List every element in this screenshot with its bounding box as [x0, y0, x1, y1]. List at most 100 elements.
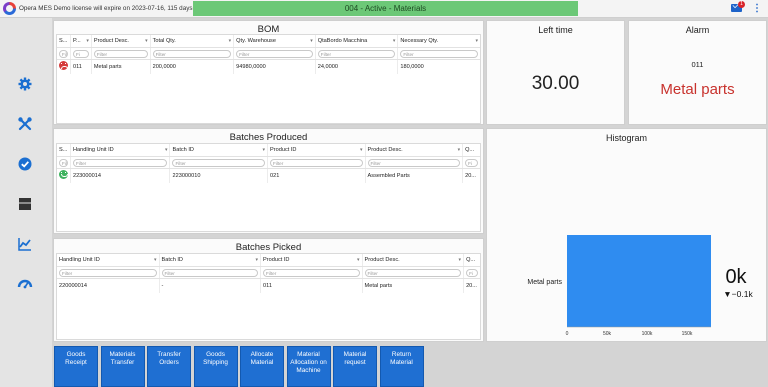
- filter-input[interactable]: Filter: [400, 50, 478, 58]
- column-header[interactable]: Total Qty. ▾: [151, 35, 235, 47]
- grid-header: S... Handling Unit ID ▾ Batch ID ▾ Product…: [57, 144, 480, 157]
- grid-filter-row: Filt Fi Filter Filter Filter Filter Filt…: [57, 48, 480, 60]
- category-label: Metal parts: [527, 279, 562, 286]
- action-button-transfer-orders[interactable]: Transfer Orders: [147, 346, 191, 387]
- column-header[interactable]: Necessary Qty. ▾: [398, 35, 480, 47]
- kebab-menu-icon[interactable]: ⋮: [752, 3, 762, 15]
- table-cell: -: [160, 279, 262, 293]
- column-header[interactable]: Product Desc. ▾: [363, 254, 465, 266]
- filter-input[interactable]: Filt: [59, 50, 68, 58]
- batches-picked-title: Batches Picked: [235, 242, 302, 253]
- package-icon[interactable]: [17, 196, 33, 212]
- histogram-bar[interactable]: [567, 235, 711, 327]
- table-row[interactable]: 223000014 223000010 021 Assembled Parts …: [57, 169, 480, 183]
- x-tick-label: 100k: [642, 331, 653, 337]
- table-row[interactable]: 011 Metal parts 200,0000 94980,0000 24,0…: [57, 60, 480, 74]
- column-header[interactable]: P... ▾: [71, 35, 92, 47]
- table-cell: 94980,0000: [234, 60, 316, 74]
- table-cell: 021: [268, 169, 366, 183]
- action-button-materials-transfer[interactable]: Materials Transfer: [100, 346, 145, 387]
- table-row[interactable]: 220000014 - 011 Metal parts 20...: [57, 279, 480, 293]
- table-cell: 220000014: [57, 279, 160, 293]
- grid-filter-row: Filt Filter Filter Filter Filter Fi: [57, 157, 480, 169]
- histogram-panel: Histogram Metal parts 0 50k 100k 150k 0k ▼−0…: [486, 128, 767, 342]
- column-header[interactable]: Qty. Warehouse ▾: [234, 35, 316, 47]
- alarm-title: Alarm: [685, 25, 710, 35]
- license-notice: Opera MES Demo license will expire on 20…: [19, 5, 203, 12]
- x-tick-label: 0: [566, 331, 569, 337]
- action-button-goods-receipt[interactable]: Goods Receipt: [54, 346, 98, 387]
- filter-input[interactable]: Filter: [93, 50, 148, 58]
- action-button-allocate-material[interactable]: Allocate Material: [240, 346, 284, 387]
- batches-picked-grid: Handling Unit ID ▾ Batch ID ▾ Product ID ▾ …: [56, 253, 481, 340]
- machine-status-bar: 004 - Active - Materials: [193, 1, 578, 16]
- trend-chart-icon[interactable]: [17, 236, 33, 252]
- filter-input[interactable]: Fi: [465, 159, 478, 167]
- filter-input[interactable]: Filter: [364, 269, 462, 277]
- grid-header: Handling Unit ID ▾ Batch ID ▾ Product ID ▾ …: [57, 254, 480, 267]
- action-button-material-request[interactable]: Material request: [333, 346, 377, 387]
- action-button-return-material[interactable]: Return Material: [379, 346, 424, 387]
- filter-input[interactable]: Filter: [152, 50, 232, 58]
- column-header[interactable]: Q...: [464, 254, 480, 266]
- bom-panel: BOM S... P... ▾ Product Desc. ▾ Total Qty.…: [53, 20, 484, 125]
- tools-icon[interactable]: [17, 116, 33, 132]
- filter-input[interactable]: Fi: [466, 269, 478, 277]
- column-header[interactable]: S...: [57, 35, 71, 47]
- column-header[interactable]: Handling Unit ID ▾: [71, 144, 171, 156]
- action-bar: Goods Receipt Materials Transfer Transfer …: [52, 343, 768, 387]
- column-header[interactable]: Q...: [463, 144, 480, 156]
- column-header[interactable]: Product Desc. ▾: [366, 144, 464, 156]
- column-header[interactable]: QtaBordo Macchina ▾: [316, 35, 399, 47]
- table-cell: 20...: [466, 283, 477, 289]
- filter-input[interactable]: Fi: [72, 50, 89, 58]
- filter-input[interactable]: Filt: [59, 159, 68, 167]
- dashboard-gauge-icon[interactable]: [17, 276, 33, 292]
- column-header[interactable]: Product ID ▾: [268, 144, 366, 156]
- filter-input[interactable]: Filter: [72, 159, 168, 167]
- table-cell: 180,0000: [400, 64, 424, 70]
- batches-produced-grid: S... Handling Unit ID ▾ Batch ID ▾ Product…: [56, 143, 481, 232]
- filter-input[interactable]: Filter: [317, 50, 396, 58]
- table-cell: Metal parts: [363, 279, 465, 293]
- filter-input[interactable]: Filter: [59, 269, 157, 277]
- notification-badge: 1: [738, 1, 745, 8]
- x-tick-label: 150k: [682, 331, 693, 337]
- top-bar: Opera MES Demo license will expire on 20…: [0, 0, 768, 18]
- column-header[interactable]: Handling Unit ID ▾: [57, 254, 160, 266]
- sidebar: [0, 18, 52, 387]
- kpi-value: 0k: [725, 266, 747, 288]
- x-tick-label: 50k: [603, 331, 612, 337]
- app-logo-icon[interactable]: [3, 2, 16, 15]
- left-time-panel: Left time 30.00: [486, 20, 625, 125]
- happy-face-icon: [59, 170, 68, 179]
- filter-input[interactable]: Filter: [263, 269, 360, 277]
- batches-produced-title: Batches Produced: [229, 132, 308, 143]
- left-time-value: 30.00: [531, 73, 580, 94]
- filter-input[interactable]: Filter: [172, 159, 266, 167]
- action-button-material-allocation-on-machine[interactable]: Material Allocation on Machine: [286, 346, 331, 387]
- table-cell: 20...: [465, 173, 476, 179]
- action-button-goods-shipping[interactable]: Goods Shipping: [193, 346, 238, 387]
- column-header[interactable]: Batch ID ▾: [170, 144, 269, 156]
- filter-input[interactable]: Filter: [161, 269, 259, 277]
- filter-input[interactable]: Filter: [270, 159, 363, 167]
- check-circle-icon[interactable]: [17, 156, 33, 172]
- settings-gear-icon[interactable]: [17, 76, 33, 92]
- column-header[interactable]: Batch ID ▾: [160, 254, 262, 266]
- column-header[interactable]: Product Desc. ▾: [92, 35, 151, 47]
- filter-input[interactable]: Filter: [236, 50, 313, 58]
- table-cell: Assembled Parts: [366, 169, 464, 183]
- bom-grid: S... P... ▾ Product Desc. ▾ Total Qty. ▾ Qt…: [56, 34, 481, 124]
- left-time-title: Left time: [538, 25, 573, 35]
- batches-produced-panel: Batches Produced S... Handling Unit ID ▾ …: [53, 128, 484, 234]
- column-header[interactable]: S...: [57, 144, 71, 156]
- batches-picked-panel: Batches Picked Handling Unit ID ▾ Batch I…: [53, 238, 484, 342]
- grid-header: S... P... ▾ Product Desc. ▾ Total Qty. ▾ Qt…: [57, 35, 480, 48]
- filter-input[interactable]: Filter: [367, 159, 461, 167]
- table-cell: 24,0000: [316, 60, 399, 74]
- column-header[interactable]: Product ID ▾: [261, 254, 363, 266]
- table-cell: 011: [261, 279, 363, 293]
- alarm-panel: Alarm 011 Metal parts: [628, 20, 767, 125]
- table-cell: 011: [71, 60, 92, 74]
